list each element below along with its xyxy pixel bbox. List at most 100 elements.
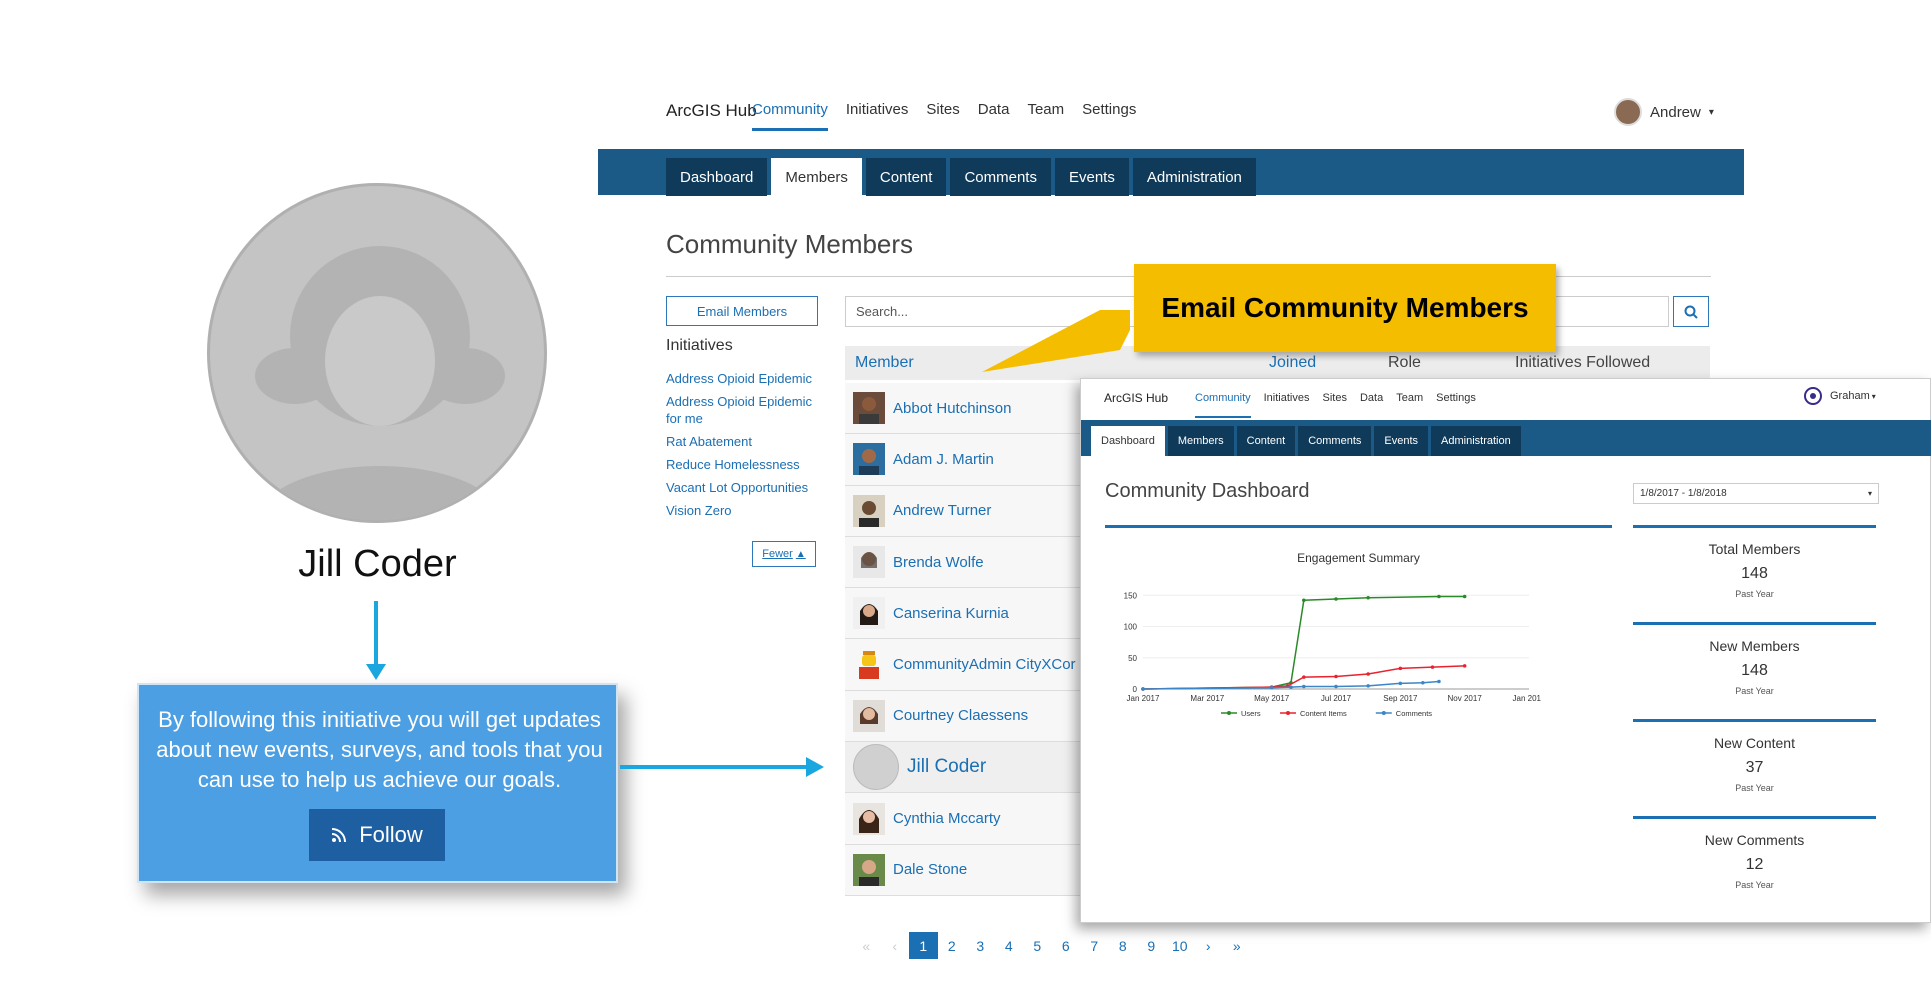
page-title: Community Members [666,229,914,259]
page-button[interactable]: 4 [995,932,1024,959]
data-point [1334,597,1338,601]
tab-dashboard[interactable]: Dashboard [666,158,768,196]
tab-administration[interactable]: Administration [1132,158,1256,196]
member-name[interactable]: CommunityAdmin CityXCor [893,656,1076,673]
member-name[interactable]: Abbot Hutchinson [893,400,1011,417]
page-button[interactable]: 9 [1137,932,1166,959]
nav-community[interactable]: Community [1195,392,1251,418]
pagination: « ‹ 1 2 3 4 5 6 7 8 9 10 › » [852,932,1251,959]
arrow-right-head [806,757,824,777]
tab-events[interactable]: Events [1054,158,1129,196]
initiative-link[interactable]: Address Opioid Epidemic for me [666,393,826,427]
nav-settings[interactable]: Settings [1436,392,1476,418]
x-tick-label: Mar 2017 [1190,694,1224,703]
page-button[interactable]: 2 [938,932,967,959]
page-button[interactable]: 10 [1166,932,1195,959]
user-menu[interactable]: Andrew ▾ [1614,98,1714,126]
page-button[interactable]: 5 [1023,932,1052,959]
search-placeholder: Search... [856,304,909,319]
callout-pointer [982,310,1130,372]
avatar [853,802,885,835]
initiative-link[interactable]: Vision Zero [666,502,826,519]
member-name[interactable]: Canserina Kurnia [893,605,1009,622]
tab-comments[interactable]: Comments [950,158,1051,196]
page-button[interactable]: 3 [966,932,995,959]
table-row[interactable]: Cynthia Mccarty [845,793,1085,845]
nav-initiatives[interactable]: Initiatives [1264,392,1310,418]
tab-comments[interactable]: Comments [1298,426,1372,456]
nav-initiatives[interactable]: Initiatives [846,101,909,131]
nav-sites[interactable]: Sites [926,101,959,131]
nav-data[interactable]: Data [1360,392,1383,418]
dashboard-tab-bar: Dashboard Members Content Comments Event… [1081,420,1931,456]
nav-community[interactable]: Community [752,101,828,131]
legend-label: Content Items [1300,709,1347,718]
date-range-select[interactable]: 1/8/2017 - 1/8/2018 ▾ [1633,483,1879,504]
tab-administration[interactable]: Administration [1431,426,1521,456]
column-role[interactable]: Role [1388,354,1421,372]
nav-sites[interactable]: Sites [1322,392,1346,418]
nav-settings[interactable]: Settings [1082,101,1136,131]
member-name[interactable]: Jill Coder [907,756,986,778]
nav-team[interactable]: Team [1396,392,1423,418]
follow-button[interactable]: Follow [309,809,445,861]
tab-members[interactable]: Members [771,158,862,196]
data-point [1462,594,1467,599]
x-tick-label: Jan 2018 [1513,694,1541,703]
member-name[interactable]: Cynthia Mccarty [893,810,1001,827]
data-point [1437,594,1441,599]
initiative-link[interactable]: Address Opioid Epidemic [666,370,826,387]
table-row[interactable]: Abbot Hutchinson [845,383,1085,435]
page-button[interactable]: 1 [909,932,938,959]
tab-content[interactable]: Content [865,158,947,196]
fewer-button[interactable]: Fewer ▲ [752,541,816,567]
data-point [1437,679,1441,684]
nav-data[interactable]: Data [978,101,1010,131]
tab-events[interactable]: Events [1374,426,1429,456]
first-page-button[interactable]: « [852,932,881,959]
search-button[interactable] [1673,296,1709,327]
tab-bar: Dashboard Members Content Comments Event… [598,149,1744,196]
follow-description: By following this initiative you will ge… [156,707,603,792]
table-row[interactable]: Canserina Kurnia [845,588,1085,640]
avatar [853,443,885,476]
member-name[interactable]: Courtney Claessens [893,707,1028,724]
page-button[interactable]: 7 [1080,932,1109,959]
last-page-button[interactable]: » [1223,932,1252,959]
column-member[interactable]: Member [855,354,914,372]
legend-marker [1227,711,1231,715]
member-name[interactable]: Andrew Turner [893,502,991,519]
initiative-link[interactable]: Rat Abatement [666,433,826,450]
table-row[interactable]: Adam J. Martin [845,434,1085,486]
table-row[interactable]: Courtney Claessens [845,690,1085,743]
tab-dashboard[interactable]: Dashboard [1091,426,1165,456]
table-row[interactable]: Brenda Wolfe [845,536,1085,589]
data-point [1398,666,1403,671]
initiative-link[interactable]: Vacant Lot Opportunities [666,479,826,496]
dashboard-brand[interactable]: ArcGIS Hub [1104,391,1168,405]
page-button[interactable]: 6 [1052,932,1081,959]
nav-team[interactable]: Team [1027,101,1064,131]
data-point [1366,684,1370,688]
prev-page-button[interactable]: ‹ [881,932,910,959]
tab-members[interactable]: Members [1167,426,1234,456]
stat-value: 37 [1745,759,1764,776]
brand-logo[interactable]: ArcGIS Hub [666,101,757,121]
table-row[interactable]: Dale Stone [845,844,1085,896]
tab-content[interactable]: Content [1236,426,1296,456]
member-name[interactable]: Adam J. Martin [893,451,994,468]
table-row[interactable]: Jill Coder [845,742,1085,794]
table-row[interactable]: CommunityAdmin CityXCor [845,639,1085,691]
initiative-link[interactable]: Reduce Homelessness [666,456,826,473]
next-page-button[interactable]: › [1194,932,1223,959]
member-name[interactable]: Brenda Wolfe [893,554,984,571]
dashboard-user-menu[interactable]: Graham ▾ [1804,387,1876,405]
table-row[interactable]: Andrew Turner [845,485,1085,537]
page-button[interactable]: 8 [1109,932,1138,959]
column-joined[interactable]: Joined [1269,354,1316,372]
email-members-button[interactable]: Email Members [666,296,818,326]
column-initiatives-followed[interactable]: Initiatives Followed [1515,354,1650,372]
dashboard-top-bar: ArcGIS Hub Community Initiatives Sites D… [1081,379,1931,421]
member-name[interactable]: Dale Stone [893,861,967,878]
member-list: Abbot Hutchinson Adam J. Martin Andrew T… [845,383,1085,896]
